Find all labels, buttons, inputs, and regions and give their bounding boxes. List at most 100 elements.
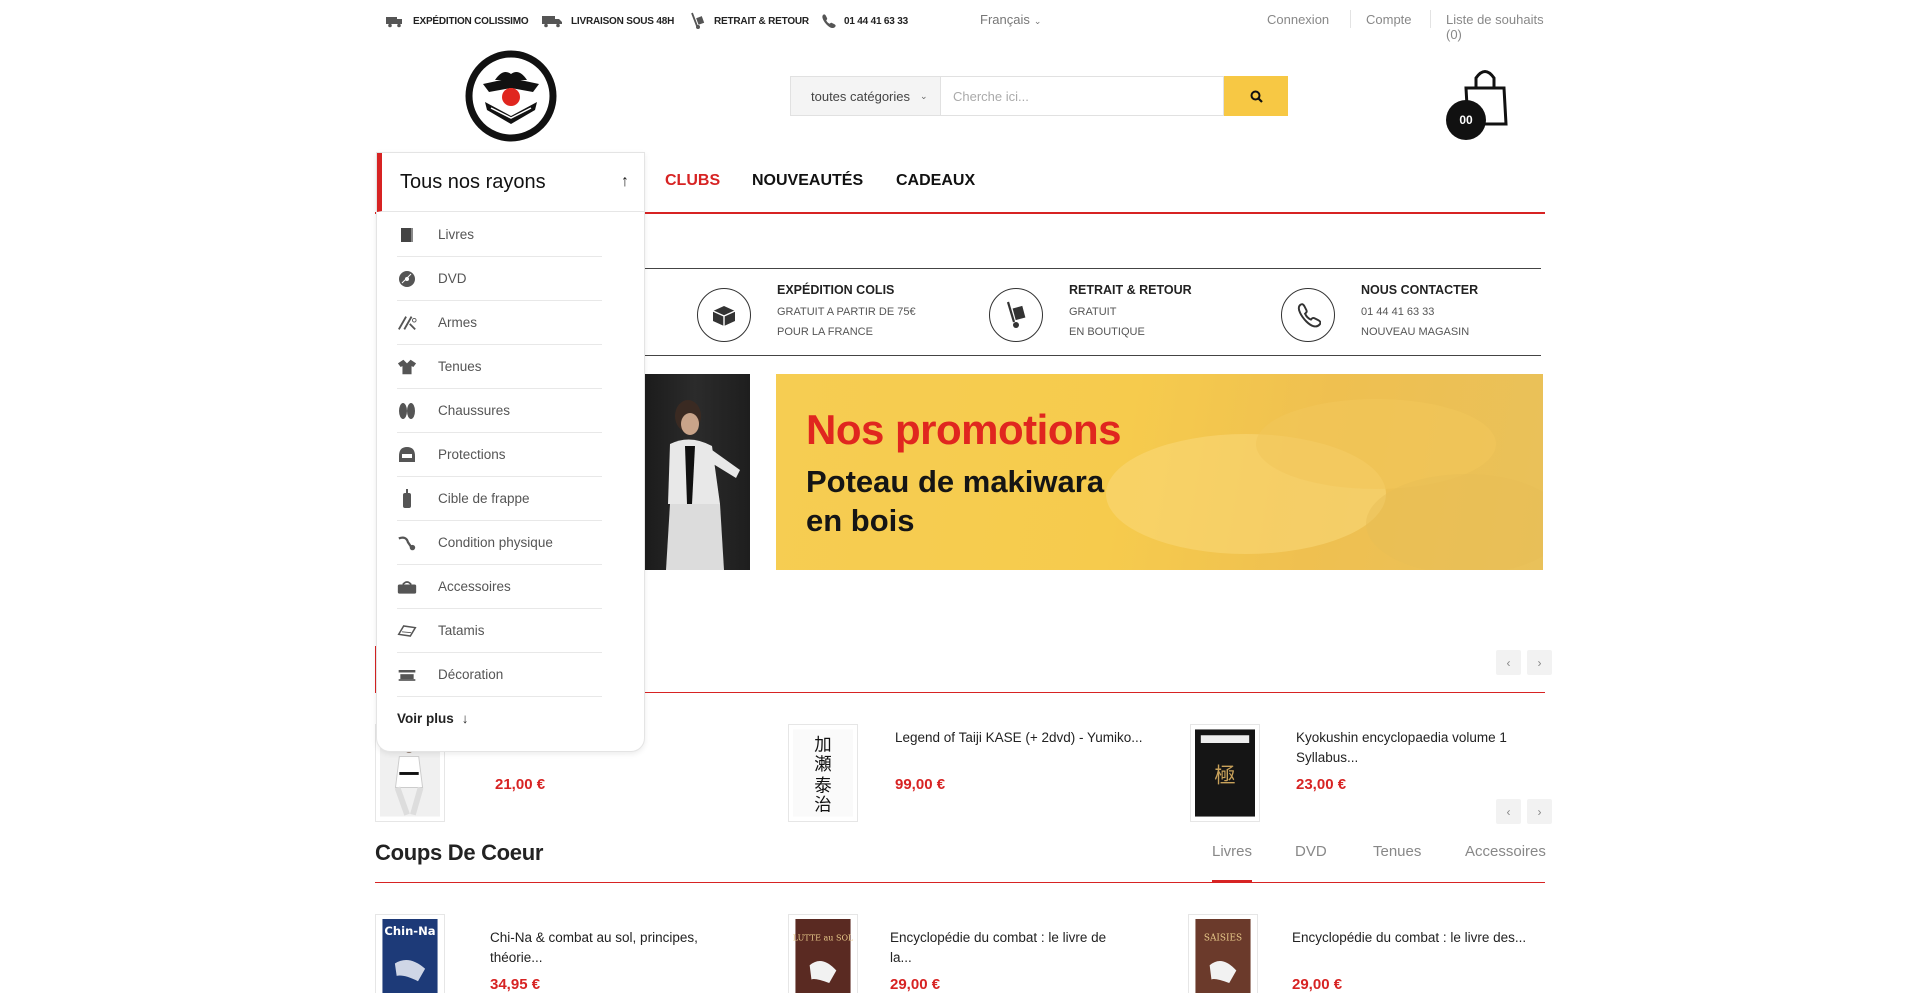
menu-item-dvd[interactable]: DVD: [397, 257, 602, 301]
menu-item-protections[interactable]: Protections: [397, 433, 602, 477]
search-input[interactable]: Cherche ici...: [940, 76, 1224, 116]
topbar-item-phone[interactable]: 01 44 41 63 33: [820, 12, 908, 30]
divider: [1350, 10, 1351, 28]
product-name[interactable]: Encyclopédie du combat : le livre de la.…: [890, 928, 1130, 968]
svg-text:SAISIES: SAISIES: [1204, 933, 1242, 943]
menu-item-decoration[interactable]: Décoration: [397, 653, 602, 697]
topbar-shipping-label: EXPÉDITION COLISSIMO: [413, 15, 529, 27]
product-image: LUTTE au SOL: [793, 919, 854, 993]
cart-button[interactable]: 00: [1446, 62, 1516, 140]
categories-menu-header[interactable]: Tous nos rayons ↑: [377, 153, 645, 212]
section-underline: [375, 882, 1545, 883]
tab-livres[interactable]: Livres: [1212, 843, 1252, 860]
menu-item-livres[interactable]: Livres: [397, 213, 602, 257]
service-line: EN BOUTIQUE: [1069, 326, 1145, 338]
topbar-item-return: RETRAIT & RETOUR: [690, 12, 809, 30]
menu-item-condition[interactable]: Condition physique: [397, 521, 602, 565]
site-logo[interactable]: [465, 50, 557, 142]
search-button[interactable]: [1224, 76, 1288, 116]
prev-arrow-icon[interactable]: ‹: [1496, 650, 1521, 675]
punching-bag-icon: [397, 488, 417, 509]
next-arrow-icon[interactable]: ›: [1527, 799, 1552, 824]
menu-item-tatamis[interactable]: Tatamis: [397, 609, 602, 653]
product-name[interactable]: Chi-Na & combat au sol, principes, théor…: [490, 928, 730, 968]
svg-text:加: 加: [814, 736, 831, 756]
promo-title: Nos promotions: [806, 406, 1122, 453]
phone-icon: [1281, 288, 1335, 342]
truck-icon: [542, 16, 562, 28]
hand-truck-icon: [691, 12, 705, 29]
menu-item-label: DVD: [438, 271, 467, 286]
product-thumbnail[interactable]: 極: [1190, 724, 1260, 822]
promo-banner[interactable]: Nos promotions Poteau de makiwara en boi…: [776, 374, 1543, 570]
tab-dvd[interactable]: DVD: [1295, 843, 1327, 860]
kimono-icon: [397, 357, 417, 377]
product-image: 極: [1195, 729, 1255, 817]
menu-item-label: Tenues: [438, 359, 482, 374]
next-arrow-icon[interactable]: ›: [1527, 650, 1552, 675]
menu-item-accessoires[interactable]: Accessoires: [397, 565, 602, 609]
nav-item-clubs[interactable]: CLUBS: [665, 172, 720, 190]
tab-tenues[interactable]: Tenues: [1373, 843, 1421, 860]
arrow-up-icon: ↑: [621, 173, 629, 190]
menu-item-label: Décoration: [438, 667, 504, 682]
service-line: NOUVEAU MAGASIN: [1361, 326, 1470, 338]
tab-accessoires[interactable]: Accessoires: [1465, 843, 1546, 860]
svg-text:極: 極: [1214, 764, 1235, 789]
helmet-icon: [397, 445, 417, 465]
product-name[interactable]: Legend of Taiji KASE (+ 2dvd) - Yumiko..…: [895, 728, 1155, 748]
language-label: Français: [980, 12, 1030, 27]
product-image: Chin-Na: [382, 919, 438, 993]
product-price: 99,00 €: [895, 776, 946, 793]
parcel-icon: [697, 288, 751, 342]
categories-menu: Tous nos rayons ↑ Livres DVD Armes Tenue…: [376, 152, 645, 752]
language-selector[interactable]: Français ⌄: [980, 12, 1041, 27]
product-thumbnail[interactable]: LUTTE au SOL: [788, 914, 858, 993]
decoration-icon: [397, 665, 417, 685]
menu-item-chaussures[interactable]: Chaussures: [397, 389, 602, 433]
svg-text:瀬: 瀬: [814, 755, 831, 775]
product-thumbnail[interactable]: 加瀬泰治: [788, 724, 858, 822]
product-name[interactable]: Encyclopédie du combat : le livre des...: [1292, 928, 1532, 948]
login-link[interactable]: Connexion: [1267, 12, 1329, 27]
menu-item-tenues[interactable]: Tenues: [397, 345, 602, 389]
menu-item-label: Armes: [438, 315, 478, 330]
mat-icon: [397, 621, 417, 641]
menu-item-label: Cible de frappe: [438, 491, 530, 506]
product-thumbnail[interactable]: SAISIES: [1188, 914, 1258, 993]
divider: [1430, 10, 1431, 28]
service-line: GRATUIT A PARTIR DE 75€: [777, 306, 916, 318]
service-title: EXPÉDITION COLIS: [777, 283, 895, 297]
categories-menu-title: Tous nos rayons: [400, 171, 546, 193]
top-bar: EXPÉDITION COLISSIMO LIVRAISON SOUS 48H …: [385, 0, 1560, 42]
divider: [630, 268, 1541, 269]
product-price: 29,00 €: [890, 976, 941, 993]
nav-item-nouveautes[interactable]: NOUVEAUTÉS: [752, 172, 863, 190]
category-select[interactable]: toutes catégories ⌄: [790, 76, 940, 116]
category-select-value: toutes catégories: [811, 88, 911, 104]
topbar-delivery-label: LIVRAISON SOUS 48H: [571, 15, 675, 27]
svg-text:LUTTE au SOL: LUTTE au SOL: [793, 933, 853, 942]
phone-icon: [822, 14, 836, 29]
service-line: GRATUIT: [1069, 306, 1117, 318]
svg-text:Chin-Na: Chin-Na: [384, 924, 435, 938]
sandals-icon: [397, 401, 417, 421]
menu-item-label: Protections: [438, 447, 506, 462]
chevron-down-icon: ⌄: [920, 90, 928, 101]
carousel-nav-top: ‹ ›: [1496, 650, 1552, 675]
product-name[interactable]: Kyokushin encyclopaedia volume 1 Syllabu…: [1296, 728, 1536, 768]
product-thumbnail[interactable]: Chin-Na: [375, 914, 445, 993]
bag-icon: [397, 577, 417, 597]
nav-item-cadeaux[interactable]: CADEAUX: [896, 172, 975, 190]
menu-item-armes[interactable]: Armes: [397, 301, 602, 345]
dumbbell-icon: [397, 533, 417, 553]
menu-item-label: Chaussures: [438, 403, 511, 418]
menu-item-cible[interactable]: Cible de frappe: [397, 477, 602, 521]
banner-karate-image[interactable]: [640, 374, 750, 570]
menu-item-label: Livres: [438, 227, 475, 242]
see-more-button[interactable]: Voir plus ↓: [397, 711, 469, 726]
prev-arrow-icon[interactable]: ‹: [1496, 799, 1521, 824]
wishlist-link[interactable]: Liste de souhaits (0): [1446, 12, 1560, 42]
account-link[interactable]: Compte: [1366, 12, 1412, 27]
weapons-icon: [397, 313, 417, 333]
